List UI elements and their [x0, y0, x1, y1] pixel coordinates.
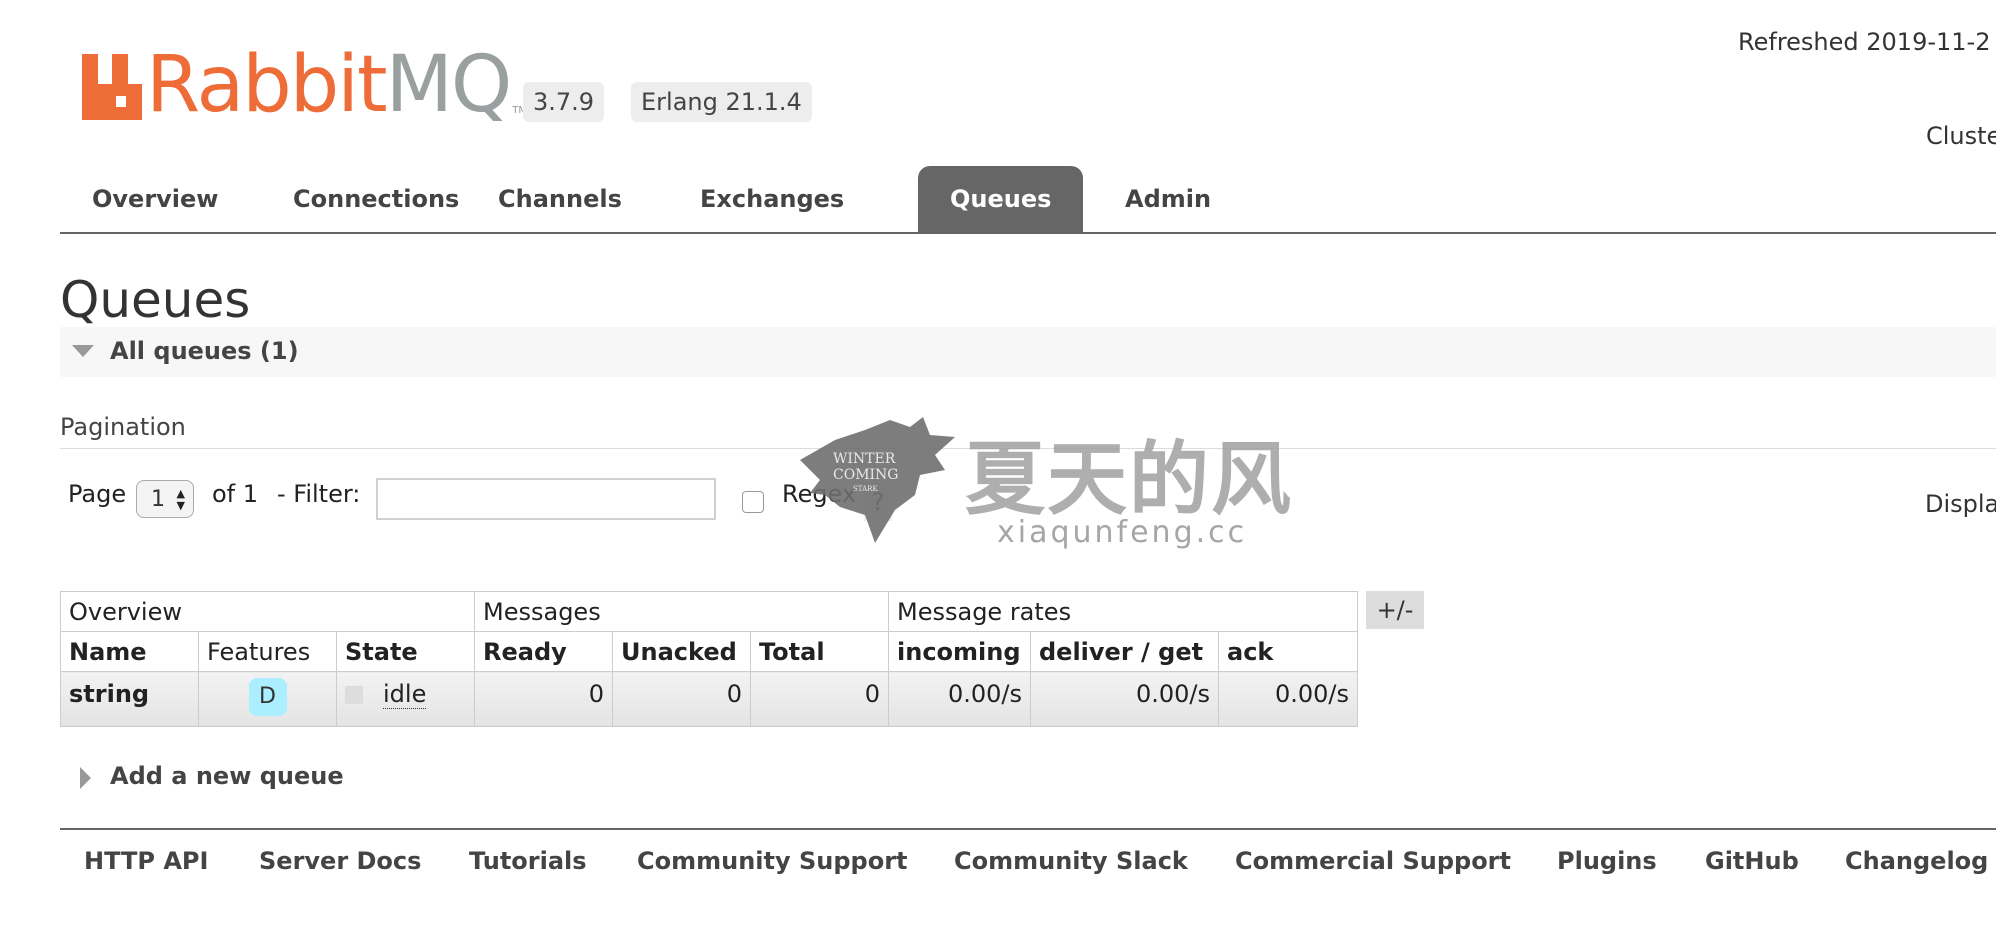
cluster-label: Cluste: [1926, 122, 1996, 150]
collapse-triangle-icon: [72, 345, 94, 357]
column-header-features[interactable]: Features: [198, 631, 337, 672]
regex-label: Regex: [782, 480, 857, 508]
queues-table: Overview Messages Message rates Name Fea…: [60, 591, 1358, 727]
state-value: idle: [383, 680, 427, 709]
footer-link-commercial-support[interactable]: Commercial Support: [1235, 847, 1511, 875]
tab-connections[interactable]: Connections: [261, 166, 491, 232]
logo-text: RabbitMQ: [146, 40, 512, 130]
page-count-label: of 1: [212, 480, 259, 508]
refreshed-timestamp: Refreshed 2019-11-2: [1738, 28, 1991, 56]
regex-checkbox[interactable]: [742, 491, 764, 513]
displaying-label: Displa: [1925, 490, 1996, 518]
footer-link-changelog[interactable]: Changelog: [1845, 847, 1988, 875]
tab-exchanges[interactable]: Exchanges: [668, 166, 876, 232]
footer-link-tutorials[interactable]: Tutorials: [469, 847, 587, 875]
column-header-deliver-get[interactable]: deliver / get: [1030, 631, 1219, 672]
tab-queues[interactable]: Queues: [918, 166, 1084, 232]
column-header-ready[interactable]: Ready: [474, 631, 613, 672]
svg-text:WINTER: WINTER: [833, 451, 896, 467]
pagination-divider: [60, 448, 1996, 449]
all-queues-heading: All queues (1): [110, 337, 299, 365]
group-header-messages: Messages: [474, 591, 889, 632]
features-cell: D: [198, 671, 337, 727]
tab-admin[interactable]: Admin: [1093, 166, 1243, 232]
column-header-total[interactable]: Total: [750, 631, 889, 672]
tab-channels[interactable]: Channels: [466, 166, 654, 232]
footer-link-server-docs[interactable]: Server Docs: [259, 847, 421, 875]
rabbitmq-logo[interactable]: RabbitMQ TM: [82, 40, 527, 130]
column-header-state[interactable]: State: [336, 631, 475, 672]
durable-feature-badge: D: [248, 678, 287, 716]
footer-link-github[interactable]: GitHub: [1705, 847, 1799, 875]
unacked-value: 0: [612, 671, 751, 727]
ack-rate-value: 0.00/s: [1218, 671, 1358, 727]
total-value: 0: [750, 671, 889, 727]
page-select[interactable]: 1 ▲ ▼: [136, 480, 194, 518]
rabbitmq-logo-icon: [82, 54, 142, 120]
watermark-title: 夏天的风: [965, 433, 1293, 526]
footer-link-community-slack[interactable]: Community Slack: [954, 847, 1188, 875]
column-header-unacked[interactable]: Unacked: [612, 631, 751, 672]
select-arrows-icon: ▲ ▼: [176, 487, 185, 512]
queue-name-link[interactable]: string: [60, 671, 199, 727]
column-header-name[interactable]: Name: [60, 631, 199, 672]
column-toggle-button[interactable]: +/-: [1366, 591, 1424, 629]
column-header-incoming[interactable]: incoming: [888, 631, 1031, 672]
page-label: Page: [68, 480, 127, 508]
filter-label: - Filter:: [277, 480, 361, 508]
footer-link-plugins[interactable]: Plugins: [1557, 847, 1657, 875]
expand-triangle-icon: [80, 767, 91, 789]
filter-input[interactable]: [376, 478, 716, 520]
pagination-heading: Pagination: [60, 413, 186, 441]
footer-link-http-api[interactable]: HTTP API: [84, 847, 208, 875]
table-row[interactable]: string D idle 0 0 0 0.00/s 0.00/s 0.00/s: [60, 671, 1358, 727]
group-header-overview: Overview: [60, 591, 475, 632]
group-header-message-rates: Message rates: [888, 591, 1358, 632]
state-indicator-icon: [345, 686, 363, 704]
main-nav-tabs: Overview Connections Channels Exchanges …: [60, 166, 1996, 234]
incoming-rate-value: 0.00/s: [888, 671, 1031, 727]
page-select-value: 1: [151, 487, 165, 512]
version-badge: 3.7.9: [523, 82, 605, 122]
regex-help-button[interactable]: ?: [864, 483, 892, 521]
ready-value: 0: [474, 671, 613, 727]
footer-link-community-support[interactable]: Community Support: [637, 847, 908, 875]
watermark-url: xiaqunfeng.cc: [997, 515, 1248, 550]
state-cell: idle: [336, 671, 475, 727]
footer-divider: [60, 828, 1996, 830]
tab-overview[interactable]: Overview: [60, 166, 250, 232]
column-header-ack[interactable]: ack: [1218, 631, 1358, 672]
deliver-get-rate-value: 0.00/s: [1030, 671, 1219, 727]
add-queue-heading: Add a new queue: [110, 762, 344, 790]
page-title: Queues: [60, 271, 251, 329]
erlang-version-badge: Erlang 21.1.4: [631, 82, 812, 122]
all-queues-section-toggle[interactable]: All queues (1): [60, 327, 1996, 377]
